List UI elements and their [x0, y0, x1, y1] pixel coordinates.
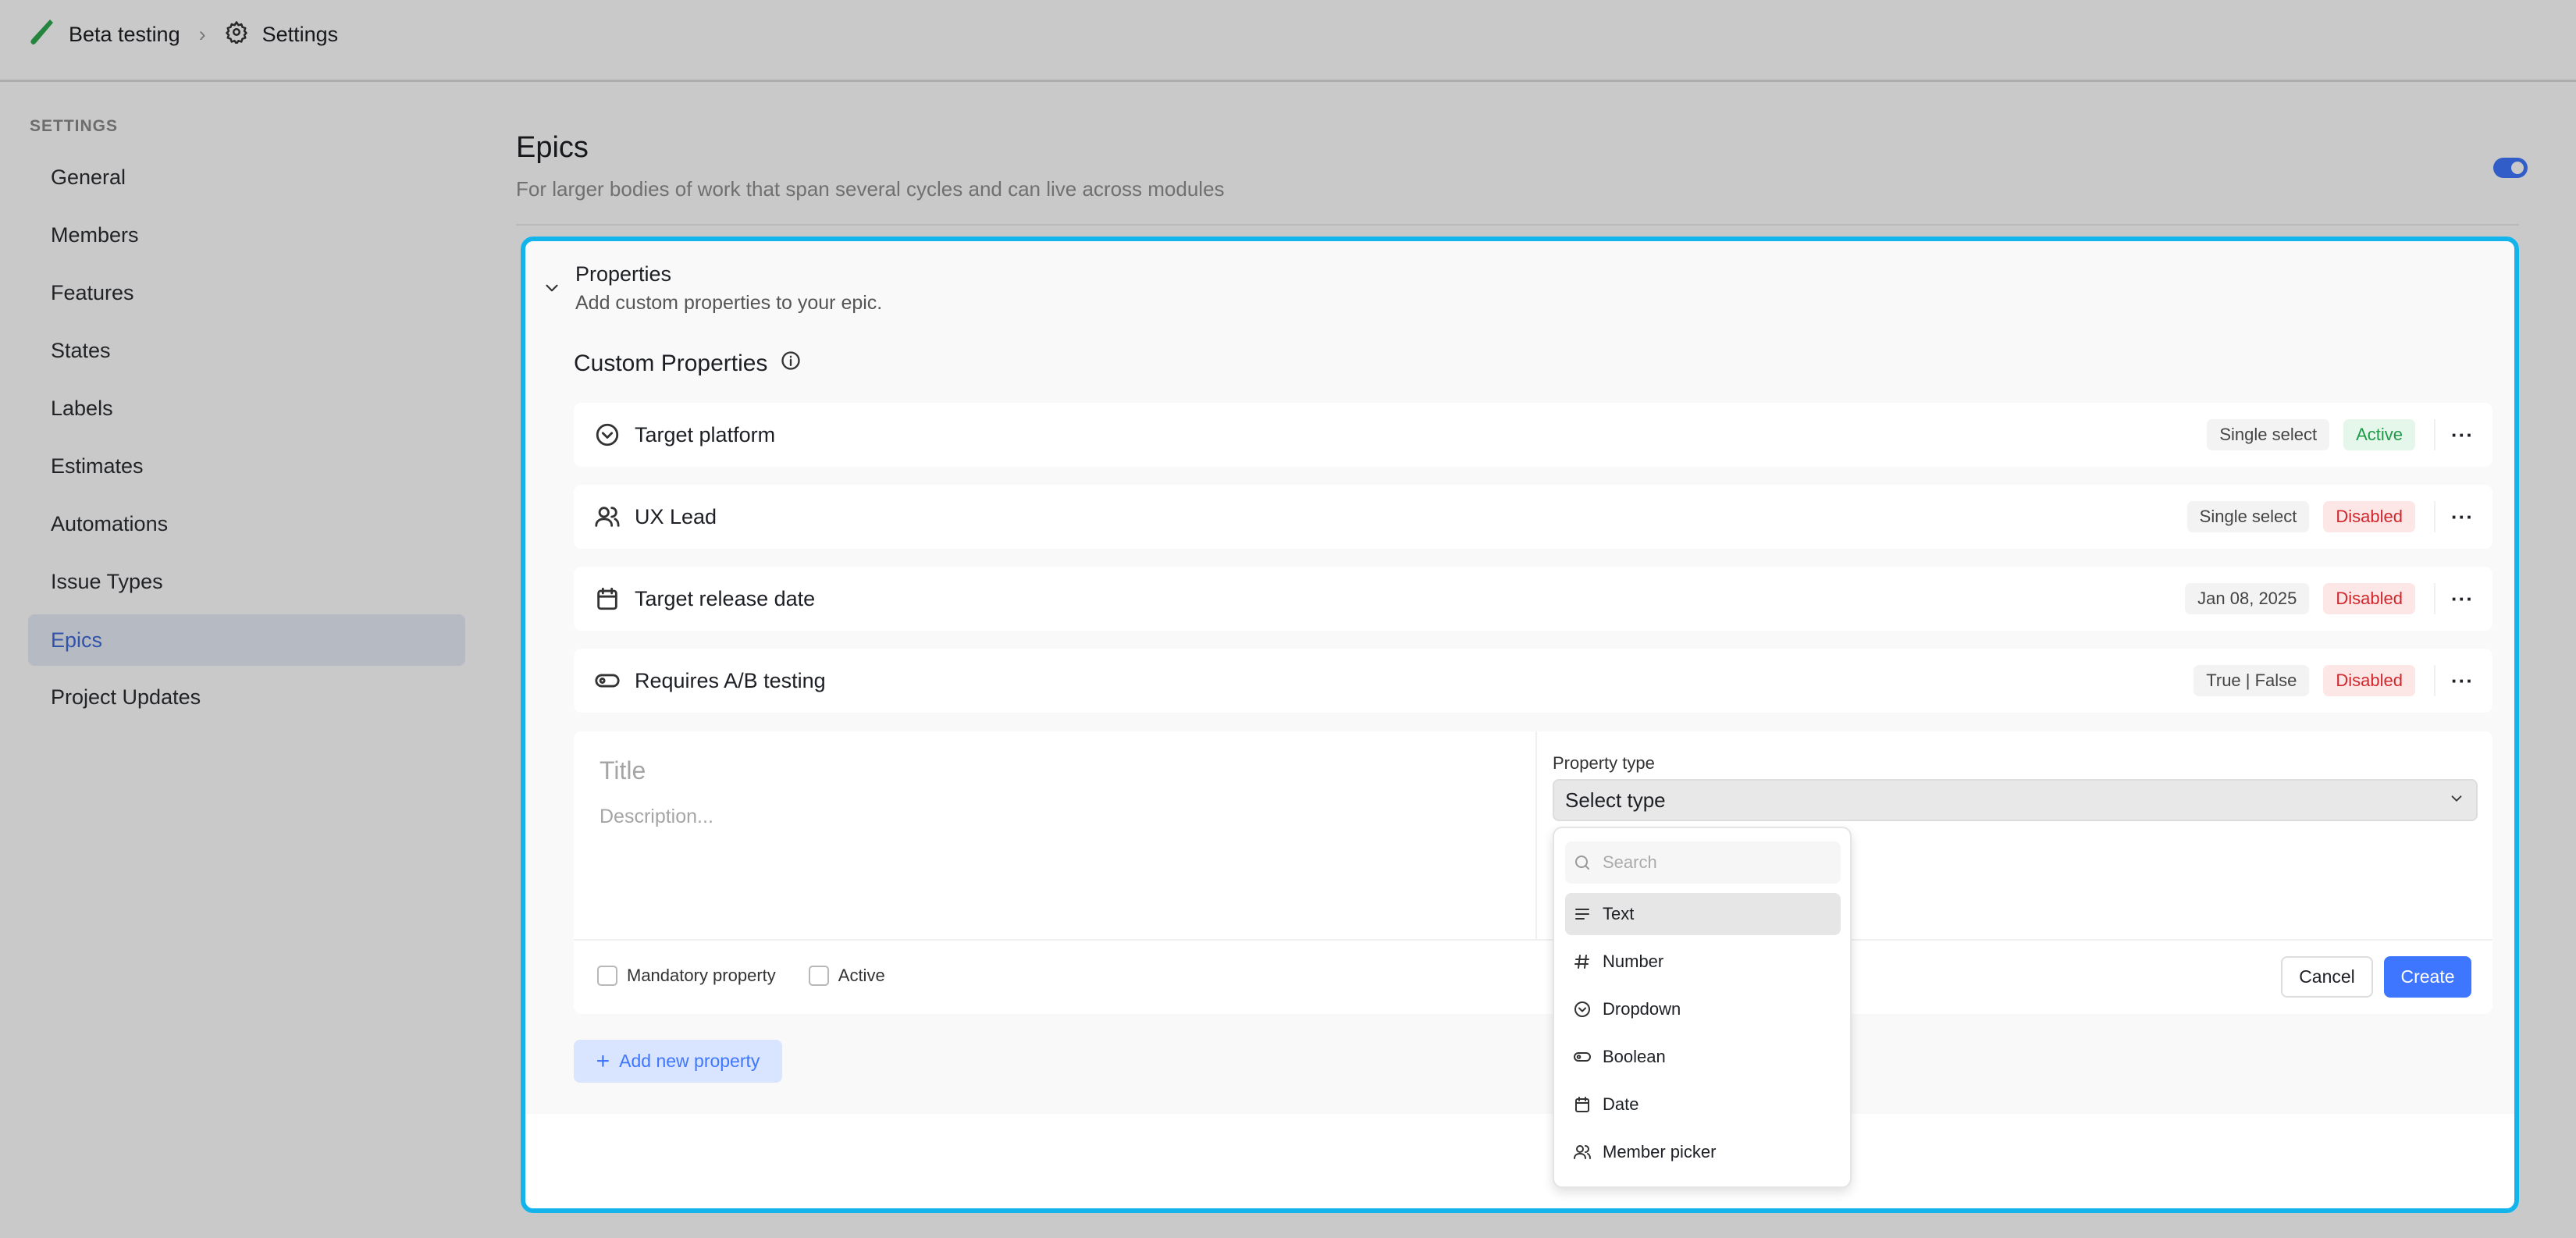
create-button[interactable]: Create — [2384, 956, 2471, 998]
sidebar-item-project-updates[interactable]: Project Updates — [28, 671, 465, 723]
info-icon[interactable] — [780, 350, 802, 378]
more-options-icon[interactable]: ··· — [2434, 665, 2474, 696]
page-description: For larger bodies of work that span seve… — [516, 177, 1225, 201]
property-name: Target platform — [635, 422, 776, 446]
dropdown-icon — [594, 422, 621, 448]
chevron-down-icon — [2448, 788, 2465, 813]
description-input[interactable]: Description... — [600, 806, 713, 828]
option-label: Member picker — [1603, 1142, 1717, 1162]
mandatory-label: Mandatory property — [627, 966, 776, 985]
property-type-badge: Jan 08, 2025 — [2185, 583, 2310, 614]
dropdown-option-member-picker[interactable]: Member picker — [1565, 1131, 1841, 1173]
sidebar-item-features[interactable]: Features — [28, 267, 465, 318]
option-label: Text — [1603, 904, 1635, 923]
option-label: Date — [1603, 1094, 1639, 1114]
status-badge: Disabled — [2323, 583, 2416, 614]
breadcrumb-settings: Settings — [262, 22, 339, 46]
sidebar-item-automations[interactable]: Automations — [28, 498, 465, 550]
property-type-select[interactable]: Select type — [1553, 779, 2478, 821]
dropdown-icon — [1574, 1001, 1590, 1017]
status-badge: Disabled — [2323, 665, 2416, 696]
property-row[interactable]: Target release date Jan 08, 2025 Disable… — [574, 567, 2492, 631]
custom-properties-title: Custom Properties — [574, 350, 768, 376]
users-icon — [594, 503, 621, 530]
more-options-icon[interactable]: ··· — [2434, 419, 2474, 450]
hash-icon — [1574, 955, 1589, 969]
property-row[interactable]: UX Lead Single select Disabled ··· — [574, 485, 2492, 549]
active-checkbox[interactable] — [808, 966, 829, 986]
title-input[interactable]: Title — [600, 756, 646, 785]
dropdown-option-number[interactable]: Number — [1565, 941, 1841, 983]
sidebar-item-estimates[interactable]: Estimates — [28, 440, 465, 492]
property-name: UX Lead — [635, 504, 717, 528]
select-value: Select type — [1565, 788, 1666, 812]
option-label: Number — [1603, 952, 1664, 971]
plus-icon: + — [596, 1048, 610, 1074]
properties-subtitle: Add custom properties to your epic. — [575, 292, 883, 314]
property-type-dropdown: Search Text Number Dropdown Boolean Date… — [1553, 827, 1852, 1188]
properties-title[interactable]: Properties — [575, 262, 671, 286]
property-row[interactable]: Target platform Single select Active ··· — [574, 403, 2492, 467]
option-label: Boolean — [1603, 1047, 1666, 1066]
sidebar-item-labels[interactable]: Labels — [28, 382, 465, 434]
new-property-form: Title Description... Property type Selec… — [574, 731, 2492, 1014]
property-type-badge: Single select — [2207, 419, 2330, 450]
users-icon — [1574, 1145, 1591, 1159]
search-placeholder: Search — [1603, 852, 1657, 872]
property-row[interactable]: Requires A/B testing True | False Disabl… — [574, 649, 2492, 713]
dropdown-search-input[interactable]: Search — [1565, 841, 1841, 884]
status-badge: Disabled — [2323, 501, 2416, 532]
status-badge: Active — [2343, 419, 2416, 450]
text-icon — [1575, 909, 1589, 920]
sidebar-item-members[interactable]: Members — [28, 209, 465, 261]
breadcrumb: Beta testing › Settings — [30, 17, 338, 52]
sidebar-item-epics[interactable]: Epics — [28, 614, 465, 666]
property-type-badge: Single select — [2186, 501, 2310, 532]
custom-properties-heading: Custom Properties — [574, 350, 802, 378]
mandatory-checkbox[interactable] — [597, 966, 617, 986]
sidebar-item-states[interactable]: States — [28, 325, 465, 376]
cancel-button[interactable]: Cancel — [2281, 956, 2373, 998]
more-options-icon[interactable]: ··· — [2434, 583, 2474, 614]
toggle-icon — [594, 667, 621, 694]
page-title: Epics — [516, 131, 589, 164]
active-label: Active — [838, 966, 885, 985]
add-new-property-button[interactable]: + Add new property — [574, 1040, 782, 1083]
add-new-property-label: Add new property — [619, 1051, 760, 1071]
property-name: Requires A/B testing — [635, 668, 826, 692]
property-type-badge: True | False — [2194, 665, 2310, 696]
dropdown-option-boolean[interactable]: Boolean — [1565, 1036, 1841, 1078]
divider — [574, 939, 2492, 941]
chevron-right-icon: › — [198, 22, 206, 46]
sidebar-section-label: SETTINGS — [30, 117, 119, 135]
property-name: Target release date — [635, 586, 816, 610]
calendar-icon — [594, 585, 621, 612]
test-tube-icon — [30, 18, 55, 52]
panel-footer-area — [523, 1114, 2517, 1211]
sidebar-item-general[interactable]: General — [28, 151, 465, 203]
dropdown-option-text[interactable]: Text — [1565, 893, 1841, 935]
top-header: Beta testing › Settings — [0, 0, 2576, 82]
dropdown-option-date[interactable]: Date — [1565, 1083, 1841, 1126]
breadcrumb-project[interactable]: Beta testing — [69, 23, 180, 47]
chevron-down-icon[interactable] — [542, 278, 562, 302]
dropdown-option-dropdown[interactable]: Dropdown — [1565, 988, 1841, 1030]
search-icon — [1575, 856, 1589, 870]
property-type-label: Property type — [1553, 753, 1655, 773]
calendar-icon — [1575, 1097, 1589, 1112]
sidebar-item-issue-types[interactable]: Issue Types — [28, 556, 465, 607]
toggle-icon — [1574, 1052, 1591, 1062]
gear-icon — [225, 20, 248, 49]
option-label: Dropdown — [1603, 999, 1681, 1019]
more-options-icon[interactable]: ··· — [2434, 501, 2474, 532]
divider — [516, 224, 2519, 226]
epics-enabled-toggle[interactable] — [2493, 158, 2528, 178]
divider — [1535, 731, 1537, 940]
